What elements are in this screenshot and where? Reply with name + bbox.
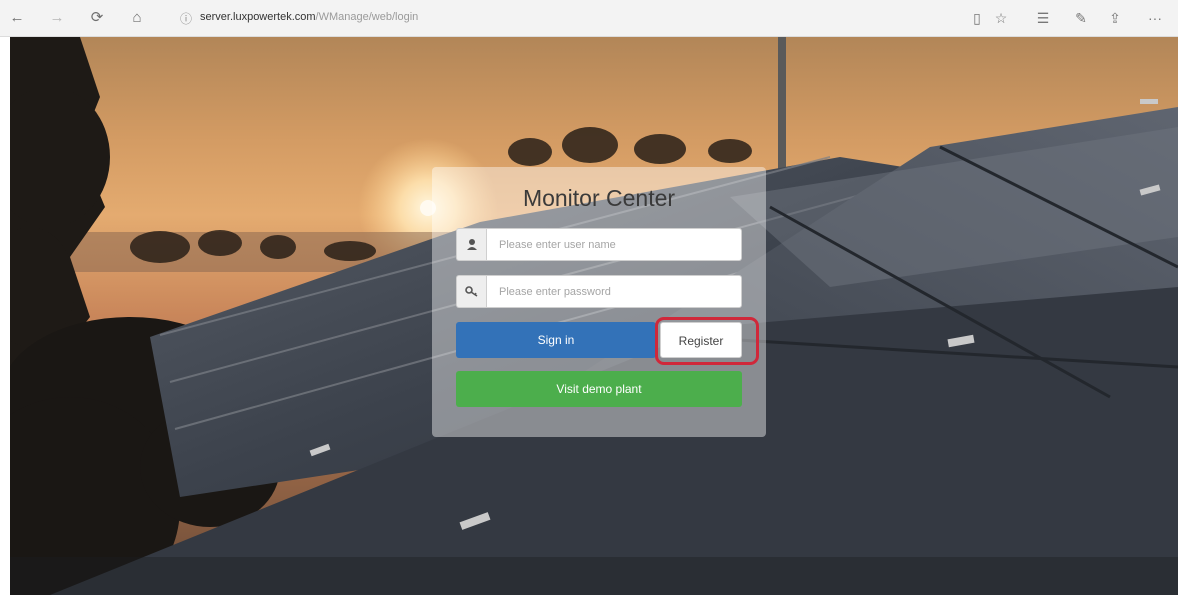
reading-view-icon[interactable]: ▯: [966, 7, 988, 29]
password-input[interactable]: [486, 275, 742, 308]
username-input[interactable]: [486, 228, 742, 261]
key-icon: [456, 275, 486, 308]
url-path: /WManage/web/login: [315, 11, 419, 23]
more-icon[interactable]: ···: [1144, 7, 1166, 29]
url-text[interactable]: server.luxpowertek.com/WManage/web/login: [200, 11, 418, 23]
favorites-list-icon[interactable]: ☰: [1032, 7, 1054, 29]
home-icon[interactable]: ⌂: [126, 7, 148, 29]
refresh-icon[interactable]: ⟳: [86, 7, 108, 29]
visit-demo-plant-button[interactable]: Visit demo plant: [456, 371, 742, 407]
url-host: server.luxpowertek.com: [200, 11, 316, 23]
page-viewport: Monitor Center Sign in Register: [10, 37, 1178, 595]
browser-toolbar: ← → ⟳ ⌂ ⓘ server.luxpowertek.com/WManage…: [0, 0, 1178, 37]
page-title: Monitor Center: [522, 185, 676, 211]
web-notes-icon[interactable]: ✎: [1070, 7, 1092, 29]
login-panel: Monitor Center Sign in Register: [432, 167, 766, 437]
favorite-star-icon[interactable]: ☆: [990, 7, 1012, 29]
back-icon[interactable]: ←: [6, 7, 28, 29]
username-field: [456, 228, 742, 261]
user-icon: [456, 228, 486, 261]
sign-in-button[interactable]: Sign in: [456, 322, 656, 358]
register-highlight-annotation: [655, 317, 759, 365]
password-field: [456, 275, 742, 308]
address-bar[interactable]: ⓘ server.luxpowertek.com/WManage/web/log…: [180, 6, 460, 30]
share-icon[interactable]: ⇪: [1104, 7, 1126, 29]
forward-icon[interactable]: →: [46, 7, 68, 29]
page-info-icon[interactable]: ⓘ: [180, 10, 192, 26]
